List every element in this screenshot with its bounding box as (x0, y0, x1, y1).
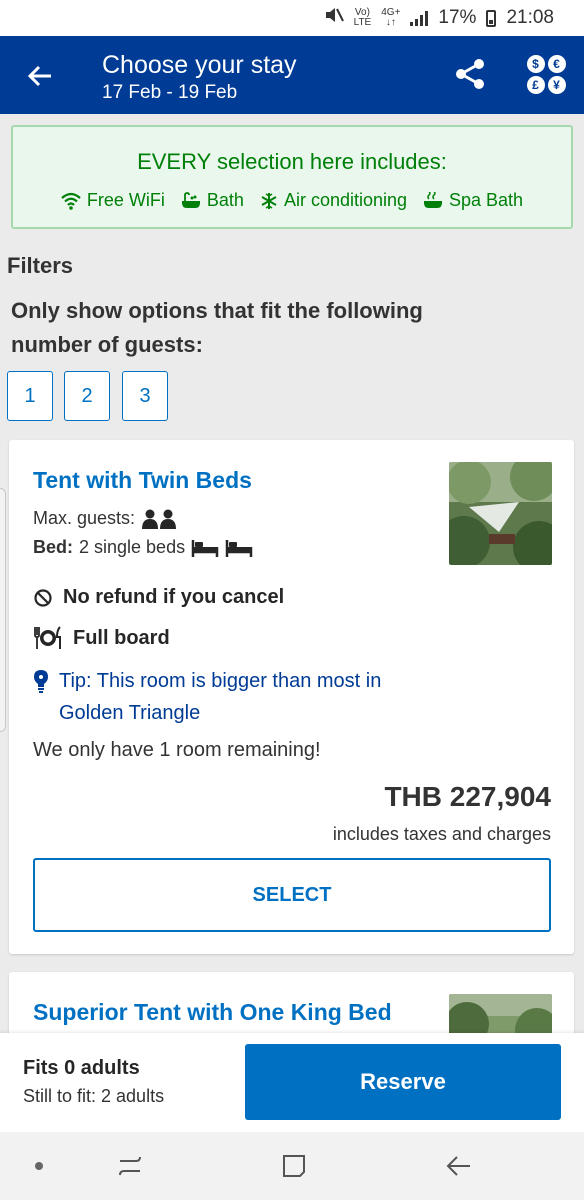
availability-text: We only have 1 room remaining! (33, 739, 321, 761)
max-guests: Max. guests: (33, 508, 177, 529)
amenity-item: Spa Bath (423, 190, 523, 211)
wifi-icon (61, 192, 81, 210)
room-price: THB 227,904 (384, 781, 551, 812)
amenity-item: Free WiFi (61, 190, 165, 211)
select-button[interactable]: SELECT (33, 858, 551, 932)
bed-value: 2 single beds (79, 537, 186, 557)
volte-indicator: Vo) LTE (353, 7, 372, 28)
amenity-label: Air conditioning (283, 190, 408, 210)
home-icon[interactable] (274, 1149, 314, 1183)
room-name[interactable]: Superior Tent with One King Bed (33, 999, 392, 1026)
single-bed-icon (225, 539, 253, 557)
currency-symbol: $ (526, 54, 545, 73)
recents-icon[interactable] (110, 1149, 150, 1183)
guest-filter-1[interactable]: 1 (7, 371, 53, 421)
meal-text: Full board (73, 626, 170, 649)
lightbulb-icon (34, 670, 48, 693)
network-indicator: 4G+ ↓↑ (381, 7, 401, 28)
currency-symbol: £ (526, 75, 545, 94)
arrow-left-icon (27, 65, 51, 87)
room-card: Tent with Twin Beds Max. guests: Bed: 2 … (9, 440, 574, 954)
bath-icon (181, 191, 200, 208)
system-nav-bar (0, 1132, 584, 1200)
amenity-heading: EVERY selection here includes: (137, 149, 447, 174)
filters-title: Filters (7, 253, 74, 278)
amenity-list: Free WiFi Bath Air conditioning Spa Bath (13, 190, 571, 211)
single-bed-icon (191, 539, 219, 557)
amenity-label: Spa Bath (449, 190, 524, 210)
amenity-label: Free WiFi (86, 190, 165, 210)
reserve-button[interactable]: Reserve (245, 1044, 561, 1120)
guest-filter-2[interactable]: 2 (64, 371, 110, 421)
cutlery-plate-icon (34, 626, 61, 649)
room-name[interactable]: Tent with Twin Beds (33, 467, 252, 494)
currency-symbol: ¥ (547, 75, 566, 94)
snowflake-icon (261, 192, 277, 209)
share-button[interactable] (448, 52, 492, 96)
amenity-label: Bath (206, 190, 244, 210)
spa-bath-icon (424, 191, 443, 208)
currency-symbol: € (547, 54, 566, 73)
bed-label: Bed: (33, 537, 73, 557)
room-photo[interactable] (449, 462, 552, 565)
two-person-icon (142, 509, 177, 529)
price-note: includes taxes and charges (332, 824, 551, 844)
bed-info: Bed: 2 single beds (33, 537, 253, 558)
back-icon[interactable] (438, 1149, 478, 1183)
reserve-bar: Fits 0 adults Still to fit: 2 adults Res… (0, 1033, 584, 1132)
guest-filter-3[interactable]: 3 (122, 371, 168, 421)
side-scroll-handle[interactable] (0, 488, 6, 732)
tip-text: Tip: This room is bigger than most in Go… (59, 670, 382, 724)
max-guests-label: Max. guests: (33, 508, 136, 528)
amenity-item: Bath (181, 190, 244, 211)
fits-subtitle: Still to fit: 2 adults (23, 1086, 165, 1106)
currency-button[interactable]: $ € £ ¥ (524, 52, 568, 96)
stay-dates: 17 Feb - 19 Feb (102, 82, 238, 103)
cancellation-text: No refund if you cancel (63, 586, 285, 608)
filters-description: Only show options that fit the following… (11, 298, 423, 357)
back-button[interactable] (20, 56, 60, 96)
amenity-item: Air conditioning (260, 190, 407, 211)
meal-plan: Full board (33, 626, 170, 650)
dot-icon[interactable] (19, 1149, 59, 1183)
signal-icon (410, 10, 429, 26)
fits-title: Fits 0 adults (23, 1057, 140, 1079)
share-icon (456, 59, 484, 89)
page-title: Choose your stay (102, 51, 297, 79)
no-refund-icon (34, 588, 52, 607)
clock: 21:08 (506, 7, 554, 28)
mute-icon (324, 6, 344, 30)
app-header: Choose your stay 17 Feb - 19 Feb $ € £ ¥ (0, 36, 584, 114)
status-bar: Vo) LTE 4G+ ↓↑ 17% 21:08 (0, 0, 584, 36)
battery-icon (486, 9, 497, 27)
cancellation-policy: No refund if you cancel (33, 586, 284, 609)
amenity-banner: EVERY selection here includes: Free WiFi… (11, 125, 573, 229)
room-tip: Tip: This room is bigger than most in Go… (33, 665, 453, 729)
battery-percent: 17% (438, 7, 477, 28)
